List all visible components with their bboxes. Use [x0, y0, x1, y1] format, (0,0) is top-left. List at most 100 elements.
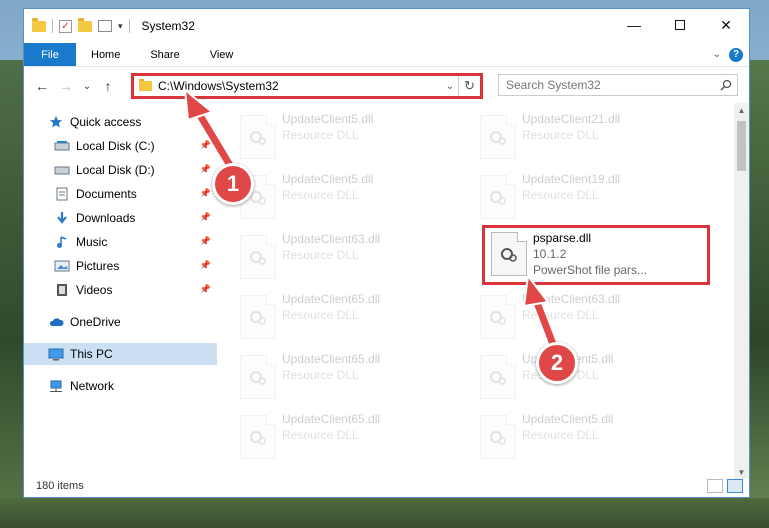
- sidebar-item-documents[interactable]: Documents 📌: [24, 183, 217, 205]
- search-icon[interactable]: [715, 79, 737, 91]
- ribbon-tabs: File Home Share View ⌄ ?: [24, 43, 749, 67]
- file-name: UpdateClient21.dll: [522, 112, 621, 126]
- address-folder-icon: [139, 79, 152, 91]
- file-item[interactable]: UpdateClient5.dll Resource DLL: [474, 349, 696, 405]
- star-icon: [48, 116, 64, 129]
- maximize-icon: [675, 20, 685, 30]
- file-item-psparse-highlighted[interactable]: psparse.dll 10.1.2 PowerShot file pars..…: [482, 225, 710, 285]
- close-button[interactable]: ✕: [703, 9, 749, 41]
- navigation-pane: Quick access Local Disk (C:) 📌 Local Dis…: [24, 103, 217, 473]
- file-type: Resource DLL: [282, 188, 359, 202]
- network-icon: [48, 380, 64, 393]
- tab-view[interactable]: View: [195, 43, 249, 66]
- file-version: 10.1.2: [533, 247, 567, 261]
- address-dropdown-icon[interactable]: ⌄: [442, 81, 458, 92]
- dll-file-icon: [480, 115, 516, 159]
- sidebar-item-local-disk-c[interactable]: Local Disk (C:) 📌: [24, 135, 217, 157]
- step-badge-2: 2: [536, 342, 578, 384]
- maximize-button[interactable]: [657, 9, 703, 41]
- sidebar-item-quick-access[interactable]: Quick access: [24, 111, 217, 133]
- file-name: UpdateClient65.dll: [282, 292, 381, 306]
- file-type: Resource DLL: [522, 128, 599, 142]
- address-path[interactable]: C:\Windows\System32: [158, 79, 442, 93]
- pin-icon[interactable]: 📌: [200, 236, 211, 247]
- dll-file-icon: [240, 115, 276, 159]
- file-name: UpdateClient5.dll: [282, 172, 374, 186]
- sidebar-item-downloads[interactable]: Downloads 📌: [24, 207, 217, 229]
- tab-home[interactable]: Home: [76, 43, 135, 66]
- file-item[interactable]: UpdateClient63.dll Resource DLL: [474, 289, 696, 345]
- file-item[interactable]: UpdateClient21.dll Resource DLL: [474, 109, 696, 165]
- file-item[interactable]: UpdateClient5.dll Resource DLL: [234, 169, 456, 225]
- tiles-view-icon[interactable]: [727, 479, 743, 493]
- file-name: UpdateClient5.dll: [522, 412, 614, 426]
- dll-file-icon: [240, 235, 276, 279]
- sidebar-item-onedrive[interactable]: OneDrive: [24, 311, 217, 333]
- dll-file-icon: [240, 295, 276, 339]
- file-item[interactable]: UpdateClient65.dll Resource DLL: [234, 289, 456, 345]
- dll-file-icon: [480, 175, 516, 219]
- file-type: Resource DLL: [522, 428, 599, 442]
- file-name: UpdateClient63.dll: [282, 232, 381, 246]
- file-type: Resource DLL: [282, 308, 359, 322]
- dll-file-icon: [240, 355, 276, 399]
- properties-check-icon[interactable]: ✓: [59, 19, 72, 33]
- file-item[interactable]: UpdateClient5.dll Resource DLL: [474, 409, 696, 465]
- minimize-button[interactable]: —: [611, 9, 657, 41]
- file-item[interactable]: UpdateClient65.dll Resource DLL: [234, 409, 456, 465]
- pin-icon[interactable]: 📌: [200, 212, 211, 223]
- customize-toolbar-dropdown-icon[interactable]: ▾: [118, 21, 123, 32]
- dll-file-icon: [480, 295, 516, 339]
- window-title: System32: [141, 19, 195, 33]
- new-folder-icon[interactable]: [78, 17, 92, 32]
- refresh-icon[interactable]: ↻: [458, 76, 480, 96]
- item-count: 180 items: [36, 480, 84, 492]
- details-view-icon[interactable]: [707, 479, 723, 493]
- file-name: psparse.dll: [533, 231, 592, 245]
- file-name: UpdateClient65.dll: [282, 352, 381, 366]
- recent-locations-chevron-icon[interactable]: ⌄: [78, 81, 96, 92]
- background-trees-right: [747, 60, 769, 528]
- file-type: Resource DLL: [522, 308, 599, 322]
- file-item[interactable]: UpdateClient63.dll Resource DLL: [234, 229, 456, 285]
- search-input[interactable]: Search System32: [499, 78, 715, 92]
- address-bar[interactable]: C:\Windows\System32 ⌄ ↻: [131, 73, 483, 99]
- sidebar-item-local-disk-d[interactable]: Local Disk (D:) 📌: [24, 159, 217, 181]
- properties-icon[interactable]: [98, 20, 112, 32]
- pin-icon[interactable]: 📌: [200, 140, 211, 151]
- pin-icon[interactable]: 📌: [200, 284, 211, 295]
- forward-arrow-icon[interactable]: →: [54, 78, 78, 94]
- expand-ribbon-chevron-icon[interactable]: ⌄: [713, 49, 721, 60]
- status-bar: 180 items: [24, 475, 749, 497]
- sidebar-item-pictures[interactable]: Pictures 📌: [24, 255, 217, 277]
- scrollbar-thumb[interactable]: [737, 121, 746, 171]
- up-arrow-icon[interactable]: ↑: [96, 78, 120, 94]
- picture-icon: [54, 260, 70, 273]
- file-item[interactable]: UpdateClient5.dll Resource DLL: [234, 109, 456, 165]
- dll-file-icon: [480, 355, 516, 399]
- back-arrow-icon[interactable]: ←: [30, 78, 54, 94]
- quick-access-toolbar: ✓ ▾: [24, 17, 130, 33]
- video-icon: [54, 284, 70, 297]
- help-button[interactable]: ?: [729, 47, 743, 62]
- vertical-scrollbar[interactable]: ▲ ▼: [734, 103, 749, 479]
- file-item[interactable]: UpdateClient19.dll Resource DLL: [474, 169, 696, 225]
- sidebar-item-network[interactable]: Network: [24, 375, 217, 397]
- folder-icon: [32, 17, 46, 32]
- file-type: Resource DLL: [282, 248, 359, 262]
- dll-file-icon: [240, 415, 276, 459]
- file-type: Resource DLL: [522, 188, 599, 202]
- sidebar-item-music[interactable]: Music 📌: [24, 231, 217, 253]
- tab-share[interactable]: Share: [135, 43, 194, 66]
- scroll-up-arrow-icon[interactable]: ▲: [734, 103, 749, 117]
- pin-icon[interactable]: 📌: [200, 260, 211, 271]
- pin-icon[interactable]: 📌: [200, 188, 211, 199]
- tab-file[interactable]: File: [24, 43, 76, 66]
- search-box[interactable]: Search System32: [498, 74, 738, 96]
- sidebar-item-videos[interactable]: Videos 📌: [24, 279, 217, 301]
- computer-icon: [48, 348, 64, 361]
- sidebar-item-this-pc[interactable]: This PC: [24, 343, 217, 365]
- pin-icon[interactable]: 📌: [200, 164, 211, 175]
- file-type: Resource DLL: [282, 428, 359, 442]
- file-item[interactable]: UpdateClient65.dll Resource DLL: [234, 349, 456, 405]
